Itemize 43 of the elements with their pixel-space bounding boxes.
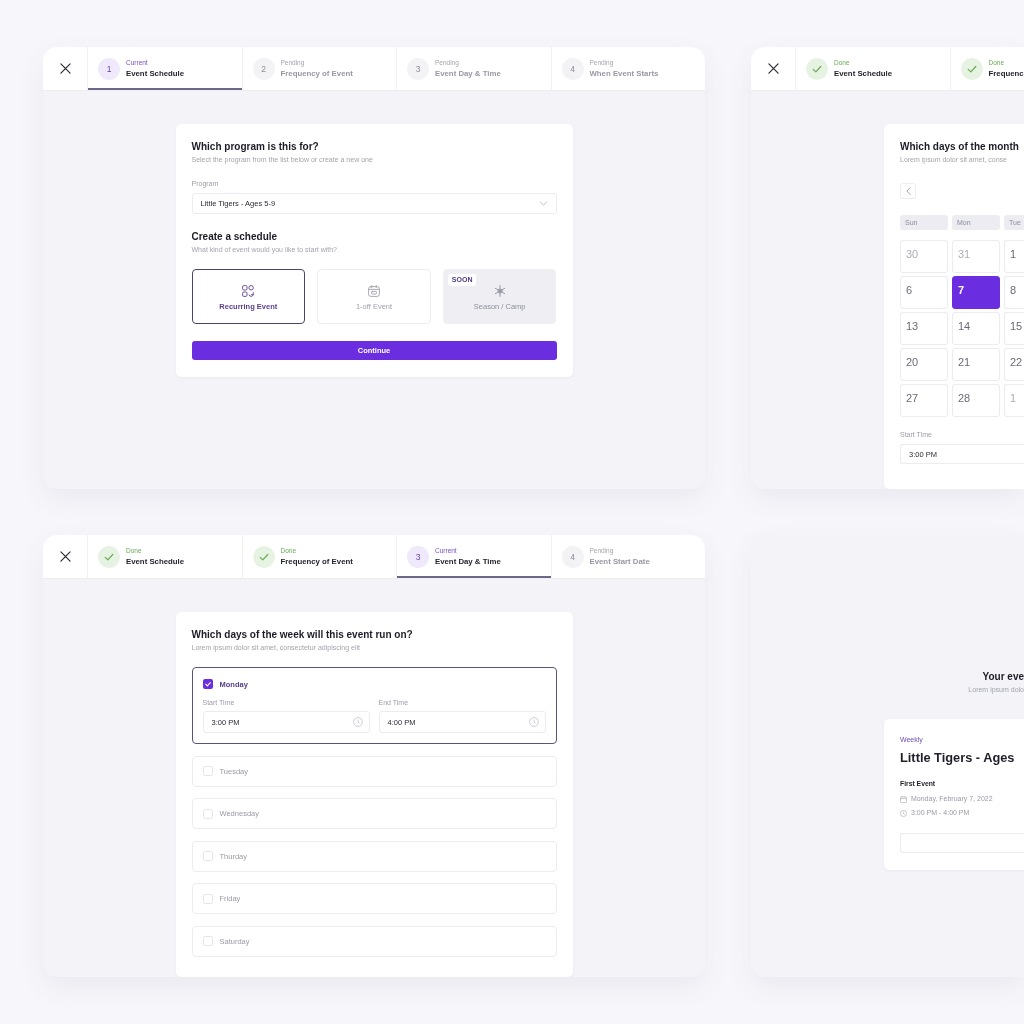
step-number: 3 xyxy=(407,545,429,568)
chevron-down-icon xyxy=(538,201,548,206)
calendar-day[interactable]: 13 xyxy=(900,312,948,345)
snowflake-icon xyxy=(493,284,506,297)
clock-icon xyxy=(352,717,363,727)
step-number: 4 xyxy=(561,57,584,80)
step-number: 3 xyxy=(407,57,429,80)
calendar-day[interactable]: 6 xyxy=(900,276,948,309)
calendar-day[interactable]: 8 xyxy=(1004,276,1024,309)
checkbox[interactable] xyxy=(202,893,213,904)
step-number: 2 xyxy=(252,57,275,80)
card-title: Which program is this for? xyxy=(191,140,320,153)
grid-shapes-icon xyxy=(242,284,255,297)
calendar-day[interactable]: 14 xyxy=(952,312,1000,345)
previous-month-button[interactable] xyxy=(900,183,916,199)
calendar-day[interactable]: 7 xyxy=(952,276,1000,309)
calendar-icon xyxy=(368,284,380,297)
clock-icon xyxy=(528,717,539,727)
card-title: Which days of the week will this event run on? xyxy=(191,628,414,641)
checkbox[interactable] xyxy=(202,851,213,861)
calendar-day[interactable]: 28 xyxy=(952,384,1000,417)
checkbox[interactable] xyxy=(202,679,213,689)
checkbox[interactable] xyxy=(202,766,213,776)
calendar-day[interactable]: 22 xyxy=(1004,348,1024,381)
card-title: Which days of the month xyxy=(900,140,1020,153)
calendar-day[interactable]: 27 xyxy=(900,384,948,417)
close-icon xyxy=(59,63,71,74)
calendar-icon xyxy=(900,795,907,803)
step-number: 4 xyxy=(561,545,584,568)
calendar-day[interactable]: 20 xyxy=(900,348,948,381)
clock-icon xyxy=(900,809,907,817)
step-number: 1 xyxy=(98,57,120,80)
page-title: Your eve xyxy=(981,670,1024,683)
checkbox[interactable] xyxy=(202,808,213,819)
event-name: Little Tigers - Ages xyxy=(900,750,1016,766)
checkbox[interactable] xyxy=(202,936,213,946)
section-title: Create a schedule xyxy=(191,230,279,243)
calendar-day[interactable]: 1 xyxy=(1004,240,1024,273)
calendar-day[interactable]: 15 xyxy=(1004,312,1024,345)
chevron-left-icon xyxy=(905,187,911,195)
close-icon xyxy=(59,551,71,562)
close-icon xyxy=(767,63,779,74)
calendar-day[interactable]: 21 xyxy=(952,348,1000,381)
